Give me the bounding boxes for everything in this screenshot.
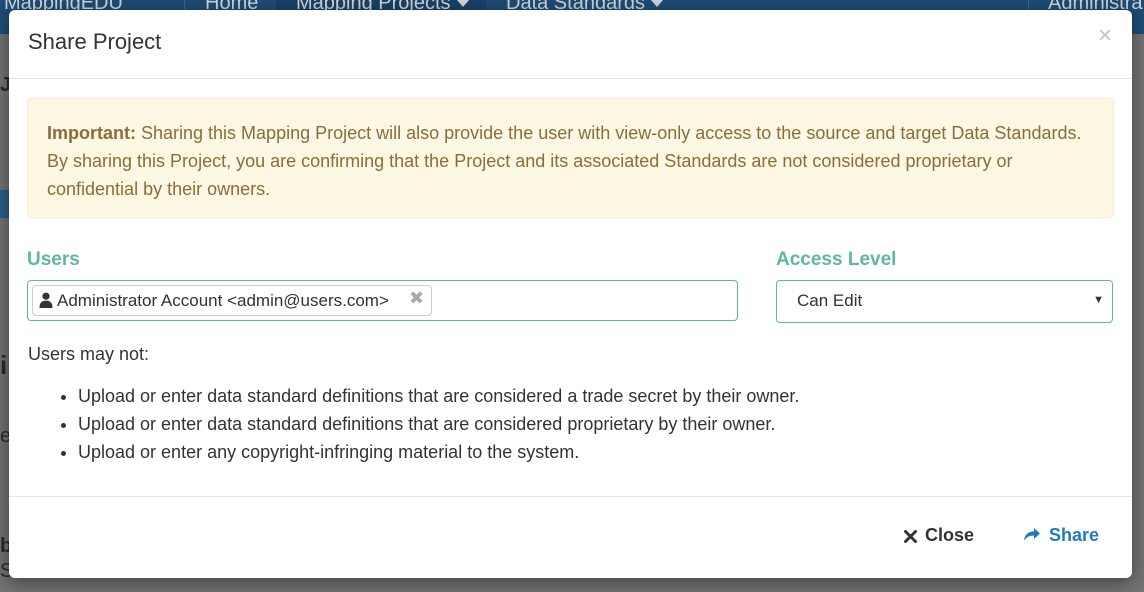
list-item: Upload or enter data standard definition… xyxy=(78,410,799,438)
share-button-label: Share xyxy=(1049,525,1100,545)
modal-footer-divider xyxy=(9,496,1132,497)
close-button[interactable]: Close xyxy=(904,525,974,546)
user-icon xyxy=(39,292,53,308)
share-button[interactable]: Share xyxy=(1023,525,1099,546)
share-icon xyxy=(1024,528,1040,541)
access-level-value: Can Edit xyxy=(797,291,863,310)
close-button-label: Close xyxy=(925,525,975,545)
restrictions-list: Upload or enter data standard definition… xyxy=(28,382,799,466)
users-input[interactable]: Administrator Account <admin@users.com> … xyxy=(27,280,738,321)
user-tag-label: Administrator Account <admin@users.com> xyxy=(57,291,389,310)
chevron-down-icon xyxy=(456,0,469,8)
remove-tag-icon[interactable]: ✖ xyxy=(409,284,424,313)
access-level-label: Access Level xyxy=(776,249,897,270)
modal-header: Share Project × xyxy=(9,10,1132,79)
alert-text: Sharing this Mapping Project will also p… xyxy=(47,123,1082,199)
alert-strong: Important: xyxy=(47,123,136,143)
close-icon xyxy=(904,530,917,543)
important-alert: Important: Sharing this Mapping Project … xyxy=(27,98,1114,218)
list-item: Upload or enter data standard definition… xyxy=(78,382,799,410)
background-fragment: i xyxy=(0,350,8,380)
access-level-select[interactable]: Can Edit ▼ xyxy=(776,280,1113,323)
user-tag: Administrator Account <admin@users.com> … xyxy=(32,285,432,316)
dropdown-arrow-icon: ▼ xyxy=(1093,294,1104,306)
restrictions-intro: Users may not: xyxy=(28,344,150,364)
modal-title: Share Project xyxy=(28,29,162,54)
list-item: Upload or enter any copyright-infringing… xyxy=(78,438,799,466)
chevron-down-icon xyxy=(650,0,663,8)
close-icon[interactable]: × xyxy=(1098,24,1112,48)
share-project-modal: Share Project × Important: Sharing this … xyxy=(9,10,1132,578)
users-label: Users xyxy=(27,249,80,270)
